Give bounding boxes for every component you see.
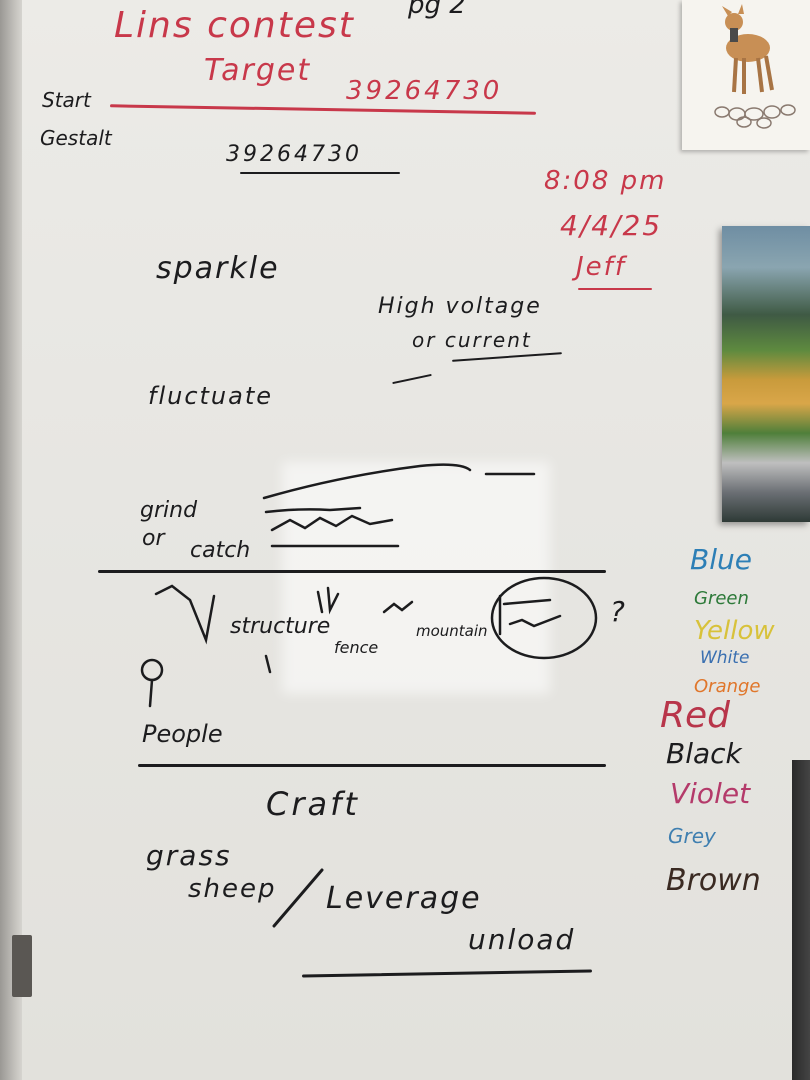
slash-mark: [272, 868, 324, 928]
color-grey: Grey: [668, 824, 716, 848]
color-red: Red: [660, 695, 731, 736]
circled-sketch-detail: [498, 594, 562, 636]
fence-sketch: [316, 586, 340, 615]
color-yellow: Yellow: [694, 616, 775, 646]
color-green: Green: [694, 588, 749, 609]
color-brown: Brown: [666, 863, 761, 898]
grind-sketch-zigzag: [270, 514, 394, 532]
circled-sketch: [490, 576, 598, 660]
mountain-sketch: [382, 600, 414, 614]
color-violet: Violet: [670, 777, 751, 810]
people-sketch-head: [140, 658, 164, 682]
color-white: White: [700, 648, 750, 668]
color-orange: Orange: [694, 676, 761, 697]
grind-sketch-top: [262, 463, 472, 500]
color-black: Black: [666, 737, 742, 770]
grind-sketch-line: [264, 506, 362, 514]
color-blue: Blue: [690, 543, 752, 576]
people-sketch-body: [148, 678, 154, 708]
structure-sketch-v: [154, 584, 216, 645]
small-mark: [264, 654, 272, 674]
sketch-layer: [140, 463, 598, 928]
